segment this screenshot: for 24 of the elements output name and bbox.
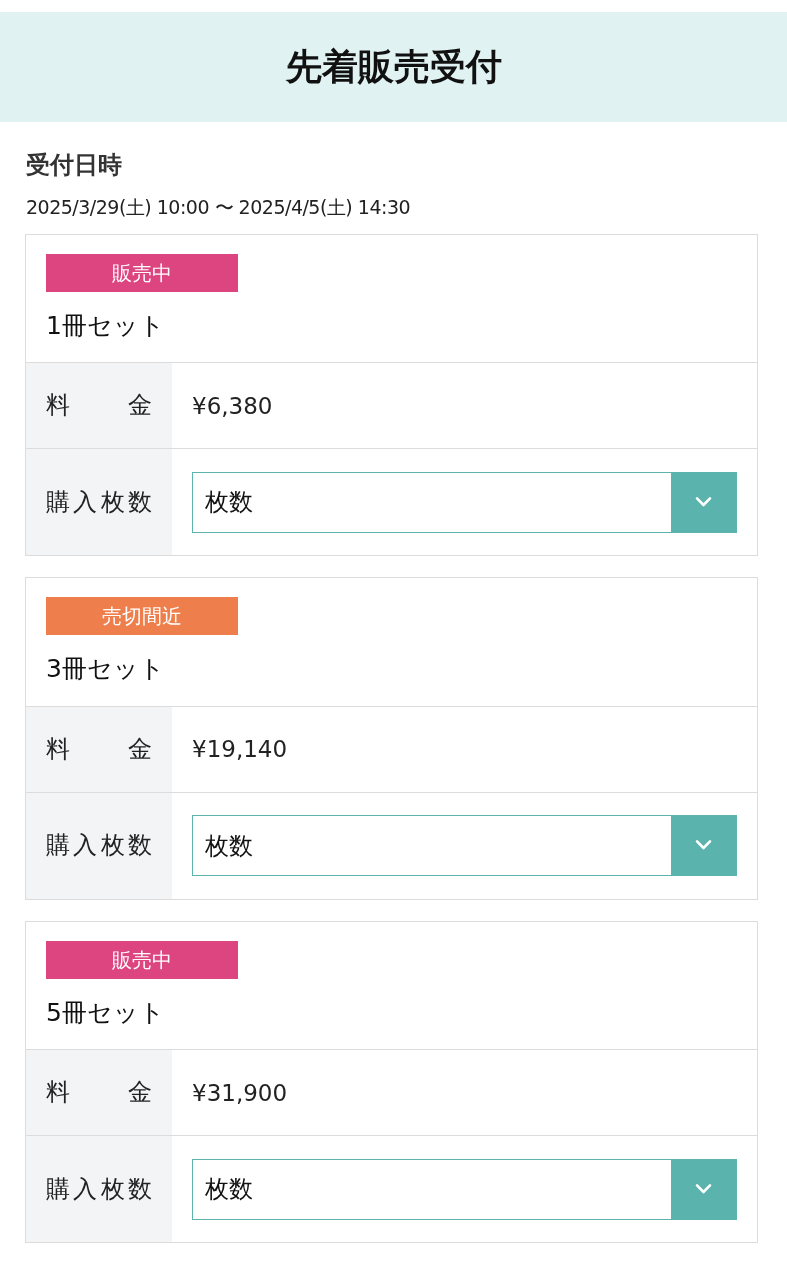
quantity-select[interactable]: 枚数 (192, 1158, 737, 1220)
quantity-select[interactable]: 枚数 (192, 815, 737, 877)
product-name: 5冊セット (46, 996, 166, 1029)
quantity-select[interactable]: 枚数 (192, 471, 737, 533)
price-value: ¥19,140 (192, 735, 288, 765)
price-label: 料 金 (46, 391, 152, 421)
price-label: 料 金 (46, 734, 152, 764)
product-name: 3冊セット (46, 653, 166, 686)
price-value: ¥31,900 (192, 1078, 288, 1108)
chevron-down-icon[interactable] (671, 472, 736, 532)
section-heading: 受付日時 (25, 150, 123, 181)
product-name: 1冊セット (46, 309, 166, 342)
reception-period: 2025/3/29(土) 10:00 〜 2025/4/5(土) 14:30 (26, 195, 412, 220)
status-badge: 販売中 (46, 940, 238, 979)
quantity-label: 購入枚数 (46, 1174, 152, 1204)
page-title: 先着販売受付 (285, 45, 502, 89)
quantity-label: 購入枚数 (46, 831, 152, 861)
chevron-down-icon[interactable] (671, 816, 736, 876)
chevron-down-icon[interactable] (671, 1159, 736, 1219)
status-badge: 売切間近 (46, 597, 238, 636)
quantity-label: 購入枚数 (46, 487, 152, 517)
price-label: 料 金 (46, 1078, 152, 1108)
price-value: ¥6,380 (192, 391, 273, 421)
status-badge: 販売中 (46, 253, 238, 292)
